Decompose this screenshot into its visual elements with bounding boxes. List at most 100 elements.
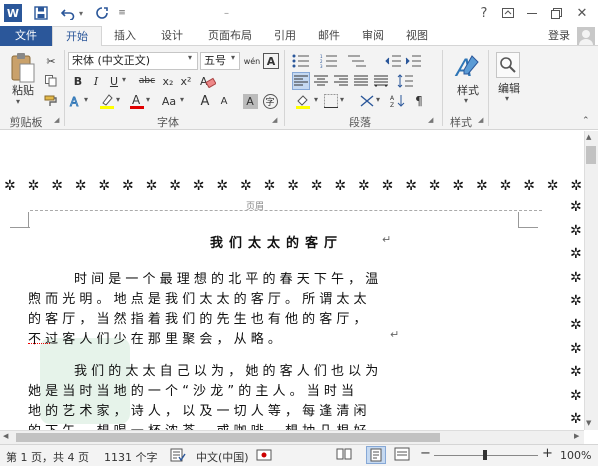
tab-file[interactable]: 文件 — [0, 26, 52, 46]
zoom-slider-thumb[interactable] — [483, 450, 487, 460]
web-layout-icon[interactable] — [394, 447, 412, 463]
distributed-button[interactable] — [372, 72, 390, 90]
align-right-button[interactable] — [332, 72, 350, 90]
borders-dropdown-icon[interactable]: ▾ — [340, 95, 344, 104]
copy-icon[interactable] — [42, 72, 60, 90]
editing-dropdown-icon[interactable]: ▾ — [505, 94, 509, 103]
font-color-dropdown-icon[interactable]: ▾ — [146, 95, 150, 104]
sign-in-link[interactable]: 登录 — [544, 26, 574, 46]
page-count[interactable]: 第 1 页，共 4 页 — [6, 449, 89, 465]
paste-button[interactable]: 粘贴 — [8, 82, 38, 98]
increase-indent-icon[interactable] — [404, 52, 422, 70]
italic-button[interactable]: I — [88, 72, 104, 90]
show-marks-icon[interactable]: ¶ — [410, 92, 428, 110]
horizontal-scroll-thumb[interactable] — [16, 433, 440, 442]
align-center-button[interactable] — [312, 72, 330, 90]
shading-icon[interactable] — [292, 92, 314, 110]
tab-mailings[interactable]: 邮件 — [312, 26, 346, 46]
superscript-button[interactable]: x² — [178, 72, 194, 90]
ribbon-display-icon[interactable] — [498, 3, 518, 23]
bullets-icon[interactable] — [288, 52, 314, 70]
zoom-in-button[interactable]: + — [542, 446, 553, 461]
tab-view[interactable]: 视图 — [400, 26, 434, 46]
tab-design[interactable]: 设计 — [155, 26, 189, 46]
close-icon[interactable]: ✕ — [572, 3, 592, 23]
change-case-dropdown-icon[interactable]: ▾ — [180, 95, 184, 104]
undo-dropdown-icon[interactable]: ▾ — [76, 3, 86, 23]
borders-icon[interactable] — [322, 92, 340, 110]
highlight-dropdown-icon[interactable]: ▾ — [116, 95, 120, 104]
scroll-right-icon[interactable]: ▶ — [574, 432, 579, 440]
phonetic-guide-icon[interactable]: wén — [243, 52, 261, 70]
zoom-out-button[interactable]: − — [420, 446, 431, 461]
zoom-level[interactable]: 100% — [560, 449, 591, 462]
minimize-icon[interactable] — [522, 3, 542, 23]
sort-icon[interactable]: AZ — [388, 92, 408, 110]
subscript-button[interactable]: x₂ — [160, 72, 176, 90]
word-logo-icon[interactable]: W — [4, 4, 22, 22]
paste-icon[interactable] — [8, 52, 38, 86]
clear-formatting-icon[interactable]: A — [198, 72, 218, 90]
format-painter-icon[interactable] — [42, 92, 60, 110]
highlight-icon[interactable] — [98, 92, 116, 110]
styles-dropdown-icon[interactable]: ▾ — [464, 96, 468, 105]
tab-references[interactable]: 引用 — [268, 26, 302, 46]
grow-font-button[interactable]: A — [196, 92, 214, 110]
shading-dropdown-icon[interactable]: ▾ — [314, 95, 318, 104]
change-case-button[interactable]: Aa — [158, 92, 180, 110]
character-shading-icon[interactable]: A — [242, 92, 258, 110]
decrease-indent-icon[interactable] — [384, 52, 402, 70]
paragraph-launcher-icon[interactable]: ◢ — [428, 116, 433, 124]
macro-record-icon[interactable] — [256, 448, 272, 465]
font-name-dropdown[interactable]: 宋体 (中文正文) — [68, 52, 198, 70]
vertical-scrollbar[interactable] — [584, 131, 598, 430]
text-effects-icon[interactable]: A — [68, 92, 84, 110]
save-icon[interactable] — [32, 3, 50, 23]
undo-icon[interactable] — [60, 3, 76, 23]
editing-icon[interactable] — [496, 52, 520, 78]
strikethrough-button[interactable]: abc — [136, 72, 158, 90]
paste-dropdown-icon[interactable]: ▾ — [16, 97, 20, 106]
proofing-icon[interactable] — [170, 448, 186, 465]
scroll-down-icon[interactable]: ▼ — [586, 419, 591, 427]
scroll-up-icon[interactable]: ▲ — [586, 133, 591, 141]
line-spacing-icon[interactable] — [394, 72, 416, 90]
text-effects-dropdown-icon[interactable]: ▾ — [84, 95, 88, 104]
font-launcher-icon[interactable]: ◢ — [272, 116, 277, 124]
font-color-icon[interactable]: A — [128, 92, 146, 110]
tab-review[interactable]: 审阅 — [356, 26, 390, 46]
asian-layout-icon[interactable] — [356, 92, 378, 110]
language-indicator[interactable]: 中文(中国) — [196, 449, 249, 465]
clipboard-launcher-icon[interactable]: ◢ — [54, 116, 59, 124]
collapse-ribbon-icon[interactable]: ⌃ — [582, 116, 590, 126]
multilevel-list-icon[interactable] — [344, 52, 370, 70]
border-star-icon: ✲ — [570, 364, 582, 381]
enclose-characters-icon[interactable]: 字 — [262, 92, 278, 110]
tab-insert[interactable]: 插入 — [108, 26, 142, 46]
align-left-button[interactable] — [292, 72, 310, 90]
underline-button[interactable]: U — [106, 72, 122, 90]
restore-icon[interactable] — [546, 3, 566, 23]
numbering-icon[interactable]: 123 — [316, 52, 342, 70]
scroll-left-icon[interactable]: ◀ — [3, 432, 8, 440]
asian-layout-dropdown-icon[interactable]: ▾ — [376, 95, 380, 104]
word-count[interactable]: 1131 个字 — [104, 449, 158, 465]
redo-icon[interactable] — [94, 3, 110, 23]
justify-button[interactable] — [352, 72, 370, 90]
customize-toolbar-icon[interactable]: ≡ — [116, 3, 128, 23]
styles-launcher-icon[interactable]: ◢ — [478, 116, 483, 124]
vertical-scroll-thumb[interactable] — [586, 146, 596, 164]
help-icon[interactable]: ? — [474, 3, 494, 23]
styles-icon[interactable]: A — [454, 52, 482, 82]
read-mode-icon[interactable] — [336, 447, 354, 463]
avatar[interactable] — [577, 27, 595, 45]
tab-home[interactable]: 开始 — [52, 26, 102, 47]
border-star-icon: ✲ — [405, 178, 417, 194]
tab-page-layout[interactable]: 页面布局 — [200, 26, 260, 46]
character-border-icon[interactable]: A — [263, 53, 279, 69]
underline-dropdown-icon[interactable]: ▾ — [122, 75, 126, 84]
cut-icon[interactable]: ✂ — [42, 52, 60, 70]
shrink-font-button[interactable]: A — [216, 92, 232, 110]
print-layout-icon[interactable] — [366, 446, 386, 464]
bold-button[interactable]: B — [70, 72, 86, 90]
